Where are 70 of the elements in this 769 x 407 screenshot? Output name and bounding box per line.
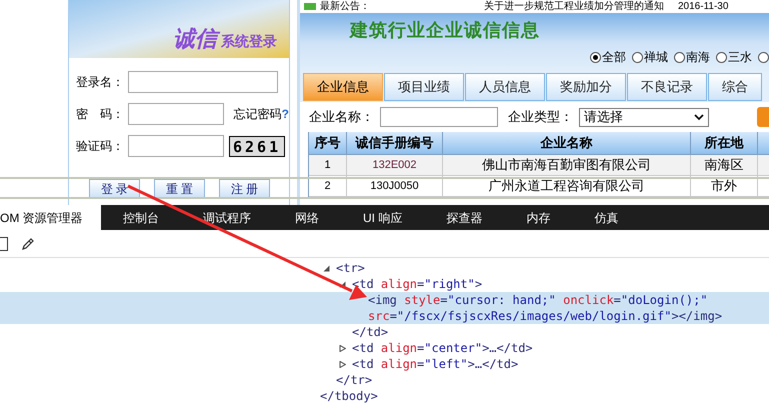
devtools-tab[interactable]: OM 资源管理器 [0, 205, 101, 230]
code-line: <tr> [336, 260, 365, 276]
code-line: <img style="cursor: hand;" onclick="doLogin();" [368, 292, 708, 308]
tab[interactable]: 人员信息 [465, 73, 545, 101]
devtools-tab[interactable]: 探查器 [424, 205, 504, 230]
devtools-tab[interactable]: 网络 [273, 205, 341, 230]
tab[interactable]: 综合 [708, 73, 762, 101]
column-header: 序号 [309, 132, 347, 155]
radio-label: 三水 [728, 49, 752, 66]
radio-button[interactable] [674, 52, 685, 62]
code-line: <td align="right"> [352, 276, 482, 292]
notice-icon [304, 3, 316, 10]
field-label: 企业名称： [309, 108, 374, 126]
field-label: 登录名： [76, 74, 124, 91]
banner-subtitle: 系统登录 [221, 34, 277, 48]
code-line: </tbody> [320, 389, 378, 403]
table-cell: 130J0050 [347, 176, 443, 197]
field-label: 密 码： [76, 106, 124, 123]
forgot-password-link[interactable]: 忘记密码? [234, 105, 289, 123]
code-line: <td align="left">…</td> [352, 356, 518, 372]
code-line: <td align="center">…</td> [352, 340, 533, 356]
form-button[interactable]: 重 置 [154, 179, 205, 198]
tab[interactable]: 项目业绩 [384, 73, 464, 101]
notice-link[interactable]: 关于进一步规范工程业绩加分管理的通知 [484, 0, 664, 13]
radio-button[interactable] [590, 52, 601, 62]
collapsed-triangle-icon[interactable] [339, 361, 346, 368]
radio-label: 禅城 [644, 49, 668, 66]
radio-button[interactable] [758, 52, 769, 62]
field-label: 企业类型： [508, 108, 573, 126]
notice-date: 2016-11-30 [678, 0, 728, 13]
tab[interactable]: 奖励加分 [546, 73, 626, 101]
table-cell: 佛山市南海百勤审图有限公司 [443, 155, 691, 176]
table-cell: 南海区 [691, 155, 758, 176]
devtools-tab[interactable]: 内存 [504, 205, 572, 230]
select-field[interactable]: 请选择 [579, 108, 709, 126]
select-element-icon[interactable] [0, 236, 8, 250]
captcha-image: 6261 [229, 136, 286, 156]
input-field[interactable] [128, 103, 224, 125]
expanded-triangle-icon[interactable] [339, 281, 346, 288]
expanded-triangle-icon[interactable] [323, 265, 330, 272]
form-button[interactable]: 登 录 [89, 179, 140, 198]
form-button[interactable]: 注 册 [219, 179, 270, 198]
input-field[interactable] [128, 71, 278, 93]
table-cell: 132E002 [347, 155, 443, 176]
table-cell: 广州永道工程咨询有限公司 [443, 176, 691, 197]
column-header: 诚信手册编号 [347, 132, 443, 155]
input-field[interactable] [380, 107, 498, 127]
radio-label: 全部 [602, 49, 626, 66]
tab[interactable]: 企业信息 [303, 73, 383, 101]
input-field[interactable] [128, 135, 224, 157]
code-line: </tr> [336, 373, 372, 387]
code-line: src="/fscx/fsjscxRes/images/web/login.gif"></img> [368, 308, 722, 324]
table-cell: 1 [309, 155, 347, 176]
table-cell: 市外 [691, 176, 758, 197]
collapsed-triangle-icon[interactable] [339, 345, 346, 352]
radio-button[interactable] [716, 52, 727, 62]
column-header: 所在地 [691, 132, 758, 155]
radio-button[interactable] [632, 52, 643, 62]
devtools-tab[interactable]: 仿真 [572, 205, 640, 230]
column-header: 企业名称 [443, 132, 691, 155]
portal-title: 建筑行业企业诚信信息 [350, 21, 541, 39]
radio-label: 南海 [686, 49, 710, 66]
tab[interactable]: 不良记录 [627, 73, 707, 101]
notice-label: 最新公告： [320, 0, 370, 13]
code-line: </td> [352, 325, 388, 339]
devtools-tab[interactable]: UI 响应 [341, 205, 424, 230]
table-cell: 2 [309, 176, 347, 197]
devtools-tab[interactable]: 控制台 [101, 205, 181, 230]
field-label: 验证码： [76, 138, 124, 155]
chevron-down-icon [694, 114, 704, 120]
